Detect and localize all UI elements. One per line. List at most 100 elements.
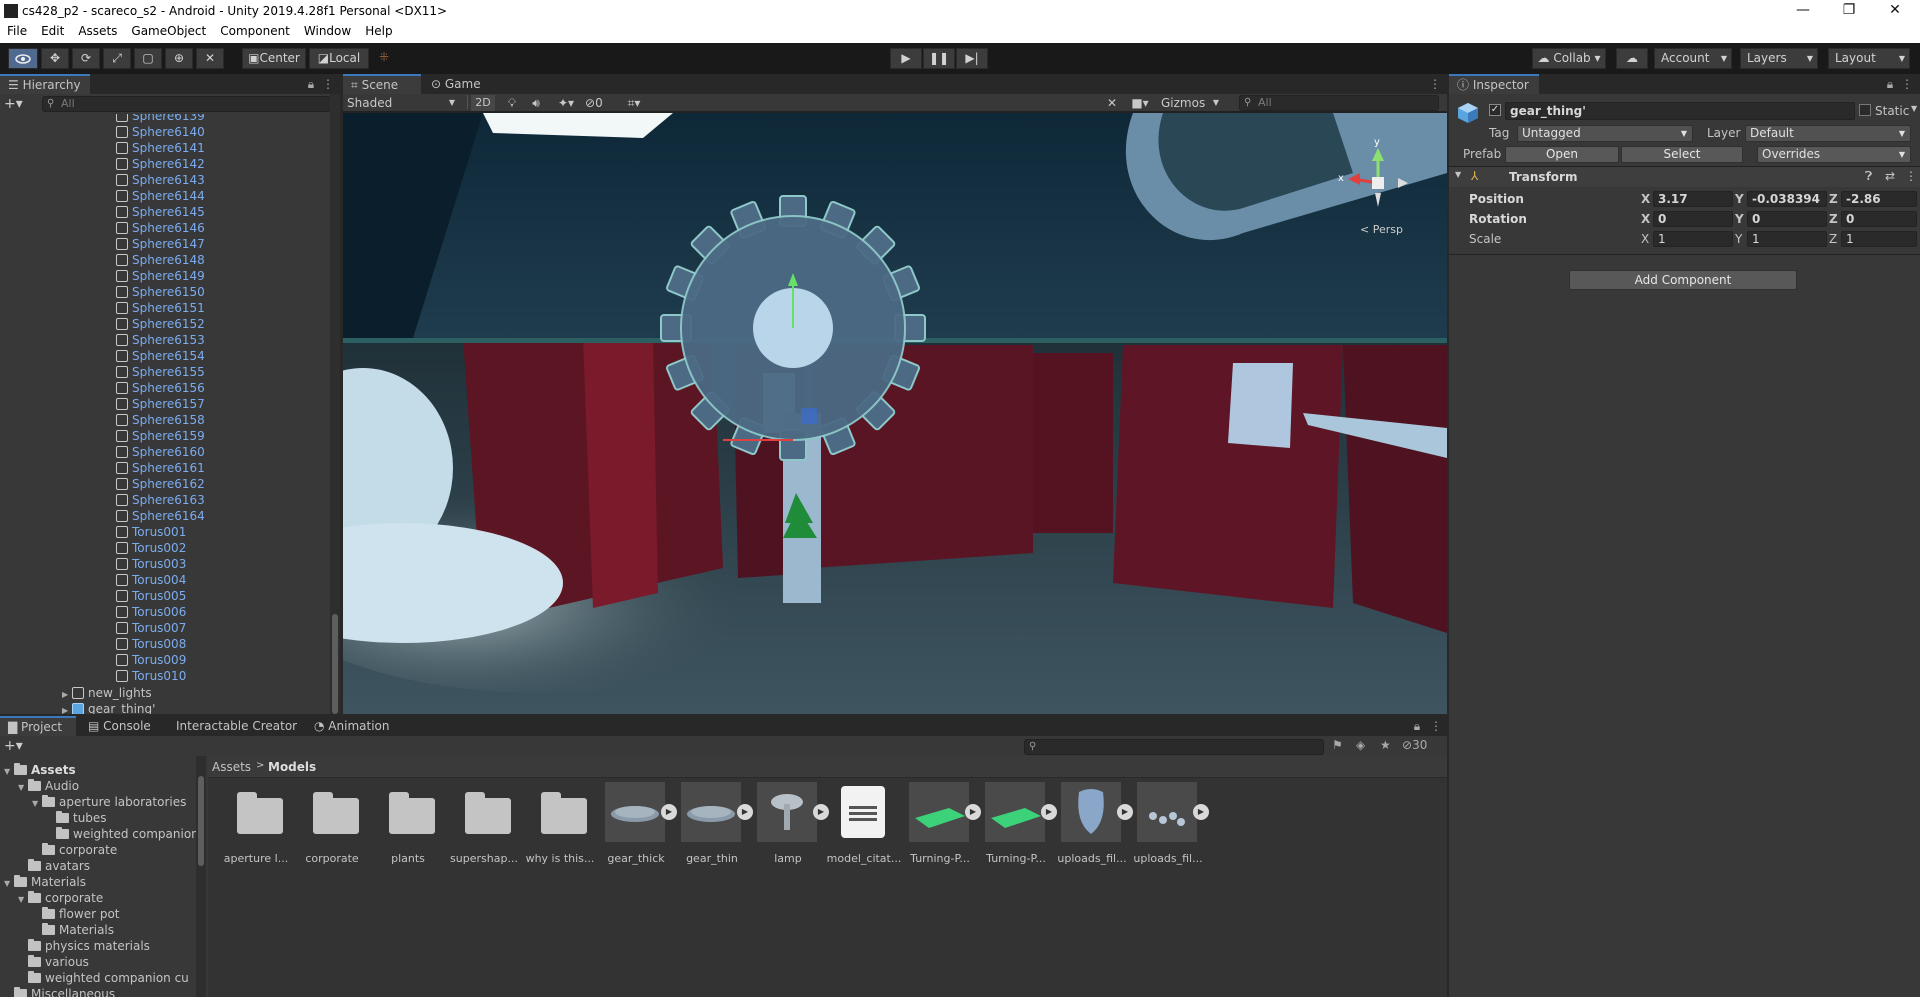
collab-button[interactable]: ☁ Collab ▾ — [1532, 48, 1606, 69]
rect-tool-icon[interactable]: ▢ — [134, 48, 162, 69]
list-item[interactable]: Sphere6160 — [116, 444, 330, 460]
project-search-input[interactable]: ⚲ — [1024, 739, 1324, 755]
folder-tree-item[interactable]: Miscellaneous — [4, 986, 115, 997]
tag-dropdown[interactable]: Untagged ▼ — [1517, 125, 1693, 142]
list-item[interactable]: Sphere6162 — [116, 476, 330, 492]
step-button[interactable]: ▶| — [956, 48, 988, 69]
cloud-services-icon[interactable]: ☁ — [1616, 48, 1648, 69]
list-item[interactable]: Sphere6163 — [116, 492, 330, 508]
move-tool-icon[interactable]: ✥ — [41, 48, 69, 69]
list-item[interactable]: Sphere6158 — [116, 412, 330, 428]
menu-edit[interactable]: Edit — [34, 22, 71, 38]
maximize-button[interactable]: ❐ — [1826, 0, 1872, 22]
scale-y-field[interactable]: 1 — [1747, 231, 1827, 247]
list-item[interactable]: Sphere6157 — [116, 396, 330, 412]
folder-tree-item[interactable]: corporate — [32, 842, 117, 858]
lighting-icon[interactable]: 💡︎ — [503, 95, 521, 111]
list-item[interactable]: Sphere6149 — [116, 268, 330, 284]
static-checkbox[interactable] — [1859, 104, 1871, 116]
expand-arrow-icon[interactable]: ▼ — [18, 780, 28, 796]
tree-scrollbar[interactable] — [196, 756, 206, 997]
folder-tree-item[interactable]: ▼ Materials — [4, 874, 86, 890]
menu-help[interactable]: Help — [358, 22, 399, 38]
lock-icon[interactable]: 🔒︎ — [1885, 77, 1895, 91]
menu-window[interactable]: Window — [297, 22, 358, 38]
list-item[interactable]: Sphere6146 — [116, 220, 330, 236]
position-x-field[interactable]: 3.17 — [1653, 191, 1733, 207]
help-icon[interactable]: ❓︎ — [1865, 169, 1872, 184]
rotate-tool-icon[interactable]: ⟳ — [72, 48, 100, 69]
folder-tree-item[interactable]: ▼ corporate — [18, 890, 103, 906]
list-item[interactable]: Torus008 — [116, 636, 330, 652]
breadcrumb-models[interactable]: Models — [268, 760, 316, 774]
grid-snap-icon[interactable]: ⁜ — [374, 48, 394, 69]
account-dropdown[interactable]: Account ▼ — [1654, 48, 1732, 69]
menu-component[interactable]: Component — [213, 22, 297, 38]
list-item[interactable]: Sphere6159 — [116, 428, 330, 444]
list-item[interactable]: Sphere6140 — [116, 124, 330, 140]
panel-menu-icon[interactable]: ⋮ — [1901, 77, 1913, 91]
expand-arrow-icon[interactable]: ▼ — [4, 876, 14, 892]
prefab-select-button[interactable]: Select — [1621, 146, 1743, 163]
list-item[interactable]: Sphere6141 — [116, 140, 330, 156]
list-item[interactable]: Sphere6152 — [116, 316, 330, 332]
layers-dropdown[interactable]: Layers ▼ — [1740, 48, 1818, 69]
preset-icon[interactable]: ⇄ — [1885, 169, 1895, 183]
tab-console[interactable]: ▤ Console — [80, 716, 160, 736]
menu-file[interactable]: File — [0, 22, 34, 38]
list-item[interactable]: Torus005 — [116, 588, 330, 604]
pivot-local-button[interactable]: ◪Local — [309, 48, 369, 69]
scale-tool-icon[interactable]: ⤢ — [103, 48, 131, 69]
list-item[interactable]: Sphere6155 — [116, 364, 330, 380]
panel-menu-icon[interactable]: ⋮ — [1430, 719, 1442, 733]
list-item[interactable]: Torus004 — [116, 572, 330, 588]
expand-arrow-icon[interactable]: ▶ — [62, 703, 72, 714]
grid-toggle-icon[interactable]: ⌗▾ — [619, 95, 649, 111]
list-item[interactable]: ▶ new_lights — [62, 685, 330, 701]
list-item[interactable]: Torus010 — [116, 668, 330, 684]
mode-2d-button[interactable]: 2D — [471, 95, 495, 111]
expand-arrow-icon[interactable]: ▼ — [32, 796, 42, 812]
component-menu-icon[interactable]: ⋮ — [1905, 169, 1917, 183]
minimize-button[interactable]: — — [1780, 0, 1826, 22]
close-button[interactable]: ✕ — [1872, 0, 1918, 22]
scene-viewport[interactable]: x y < Persp — [343, 113, 1447, 714]
scrollbar-thumb[interactable] — [198, 776, 204, 866]
pause-button[interactable]: ❚❚ — [923, 48, 955, 69]
favorites-star-icon[interactable]: ★ — [1380, 738, 1391, 752]
folder-tree-item[interactable]: ▼ aperture laboratories — [32, 794, 186, 810]
scrollbar-thumb[interactable] — [332, 614, 338, 714]
object-name-field[interactable]: gear_thing' — [1505, 102, 1855, 120]
list-item[interactable]: Torus003 — [116, 556, 330, 572]
chevron-down-icon[interactable]: ▼ — [1911, 104, 1917, 113]
panel-menu-icon[interactable]: ⋮ — [1429, 77, 1441, 91]
folder-tree-item[interactable]: physics materials — [18, 938, 150, 954]
expand-arrow-icon[interactable]: ▼ — [18, 892, 28, 908]
view-tool-eye-icon[interactable] — [8, 48, 38, 69]
tab-animation[interactable]: ◔ Animation — [306, 716, 402, 736]
create-add-button[interactable]: +▾ — [4, 96, 34, 112]
list-item[interactable]: Sphere6161 — [116, 460, 330, 476]
menu-assets[interactable]: Assets — [71, 22, 124, 38]
prefab-overrides-dropdown[interactable]: Overrides ▼ — [1757, 146, 1911, 163]
list-item[interactable]: Sphere6148 — [116, 252, 330, 268]
list-item[interactable]: Sphere6145 — [116, 204, 330, 220]
gizmos-dropdown[interactable]: Gizmos ▼ — [1161, 95, 1221, 111]
list-item[interactable]: Sphere6144 — [116, 188, 330, 204]
scale-z-field[interactable]: 1 — [1841, 231, 1917, 247]
tab-hierarchy[interactable]: ☰ Hierarchy — [0, 74, 90, 94]
breadcrumb-assets[interactable]: Assets — [212, 760, 251, 774]
folder-tree-item[interactable]: weighted companion — [46, 826, 196, 842]
lock-icon[interactable]: 🔒︎ — [306, 77, 316, 91]
list-item[interactable]: Sphere6153 — [116, 332, 330, 348]
list-item[interactable]: Sphere6150 — [116, 284, 330, 300]
list-item[interactable]: Torus009 — [116, 652, 330, 668]
persp-label[interactable]: < Persp — [1360, 223, 1403, 236]
tab-interactable-creator[interactable]: Interactable Creator — [168, 716, 308, 736]
position-y-field[interactable]: -0.038394 — [1747, 191, 1827, 207]
collapse-arrow-icon[interactable]: ▼ — [1455, 170, 1461, 179]
scale-x-field[interactable]: 1 — [1653, 231, 1733, 247]
list-item[interactable]: Torus001 — [116, 524, 330, 540]
prefab-open-button[interactable]: Open — [1505, 146, 1619, 163]
tab-game[interactable]: ⊙ Game — [423, 74, 493, 94]
